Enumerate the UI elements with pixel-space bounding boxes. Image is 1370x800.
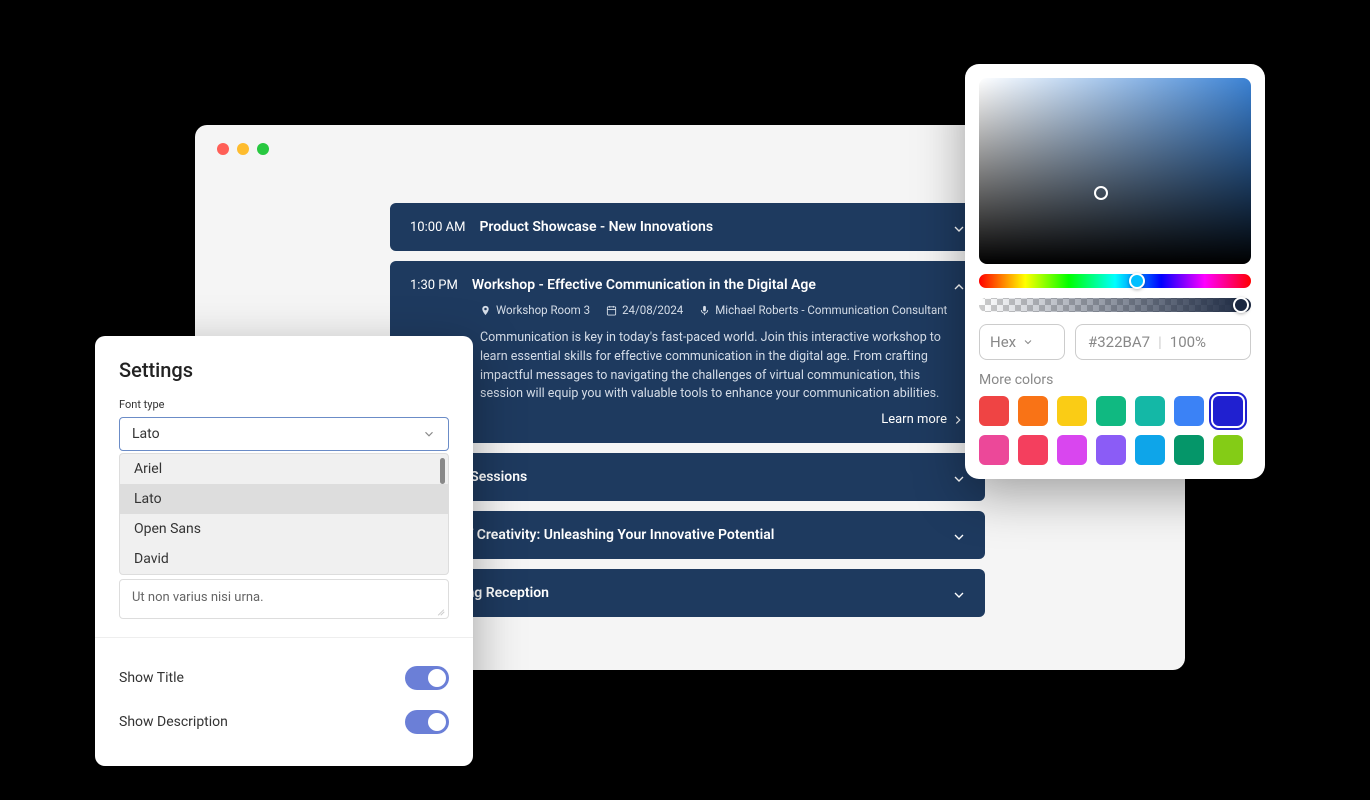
agenda-item[interactable]: Networking Reception — [390, 569, 985, 617]
settings-panel: Settings Font type Lato Ariel Lato Open … — [95, 336, 473, 766]
chevron-down-icon — [422, 427, 436, 441]
agenda-title: Workshop - Effective Communication in th… — [472, 277, 816, 293]
font-select[interactable]: Lato — [119, 417, 449, 451]
font-option[interactable]: Open Sans — [120, 514, 448, 544]
agenda-item[interactable]: Breakout Sessions — [390, 453, 985, 501]
color-swatch[interactable] — [1018, 435, 1048, 465]
color-swatch[interactable] — [1174, 435, 1204, 465]
date-meta: 24/08/2024 — [606, 303, 683, 317]
sv-cursor[interactable] — [1094, 186, 1108, 200]
font-option[interactable]: Ariel — [120, 454, 448, 484]
textarea-field[interactable]: Ut non varius nisi urna. — [119, 579, 449, 619]
hue-slider[interactable] — [979, 274, 1251, 288]
minimize-dot[interactable] — [237, 143, 249, 155]
font-dropdown: Ariel Lato Open Sans David — [119, 453, 449, 575]
calendar-icon — [606, 305, 617, 316]
font-option[interactable]: David — [120, 544, 448, 574]
show-title-row: Show Title — [119, 656, 449, 700]
speaker-meta: Michael Roberts - Communication Consulta… — [699, 303, 947, 317]
color-swatch[interactable] — [1174, 396, 1204, 426]
agenda-item-expanded[interactable]: 1:30 PM Workshop - Effective Communicati… — [390, 261, 985, 443]
alpha-slider[interactable] — [979, 298, 1251, 312]
settings-title: Settings — [119, 358, 449, 382]
chevron-down-icon[interactable] — [951, 587, 967, 607]
chevron-right-icon — [951, 413, 965, 427]
agenda-description: Communication is key in today's fast-pac… — [480, 329, 965, 404]
color-swatch[interactable] — [1057, 396, 1087, 426]
color-swatch[interactable] — [979, 396, 1009, 426]
microphone-icon — [699, 305, 710, 316]
color-swatch[interactable] — [1096, 396, 1126, 426]
resize-handle-icon[interactable] — [435, 605, 445, 615]
agenda-title: Product Showcase - New Innovations — [479, 219, 713, 235]
color-swatch[interactable] — [1135, 435, 1165, 465]
agenda-time: 1:30 PM — [410, 278, 458, 293]
location-pin-icon — [480, 305, 491, 316]
saturation-value-field[interactable] — [979, 78, 1251, 264]
toggle-label: Show Description — [119, 714, 228, 730]
divider — [95, 637, 473, 638]
toggle-label: Show Title — [119, 670, 184, 686]
maximize-dot[interactable] — [257, 143, 269, 155]
hue-cursor[interactable] — [1129, 273, 1145, 289]
font-option[interactable]: Lato — [120, 484, 448, 514]
color-swatch[interactable] — [979, 435, 1009, 465]
scrollbar[interactable] — [440, 458, 445, 484]
chevron-down-icon[interactable] — [951, 529, 967, 549]
color-swatch[interactable] — [1096, 435, 1126, 465]
agenda-meta: Workshop Room 3 24/08/2024 Michael Rober… — [480, 303, 965, 317]
color-format-select[interactable]: Hex — [979, 324, 1065, 360]
color-swatch[interactable] — [1213, 435, 1243, 465]
show-title-toggle[interactable] — [405, 666, 449, 690]
chevron-down-icon[interactable] — [951, 471, 967, 491]
close-dot[interactable] — [217, 143, 229, 155]
agenda-item[interactable]: The Art of Creativity: Unleashing Your I… — [390, 511, 985, 559]
learn-more-link[interactable]: Learn more — [410, 412, 965, 427]
color-swatch[interactable] — [1213, 396, 1243, 426]
color-swatch[interactable] — [1135, 396, 1165, 426]
color-value-input[interactable]: #322BA7 | 100% — [1075, 324, 1251, 360]
chevron-down-icon — [1022, 336, 1034, 348]
font-type-label: Font type — [119, 398, 449, 411]
show-description-toggle[interactable] — [405, 710, 449, 734]
location-meta: Workshop Room 3 — [480, 303, 590, 317]
more-colors-label: More colors — [979, 372, 1251, 388]
agenda-time: 10:00 AM — [410, 220, 465, 235]
color-swatch[interactable] — [1018, 396, 1048, 426]
alpha-cursor[interactable] — [1233, 297, 1249, 313]
show-description-row: Show Description — [119, 700, 449, 744]
agenda-item[interactable]: 10:00 AM Product Showcase - New Innovati… — [390, 203, 985, 251]
color-swatch[interactable] — [1057, 435, 1087, 465]
swatch-grid — [979, 396, 1251, 465]
color-picker-panel: Hex #322BA7 | 100% More colors — [965, 64, 1265, 479]
